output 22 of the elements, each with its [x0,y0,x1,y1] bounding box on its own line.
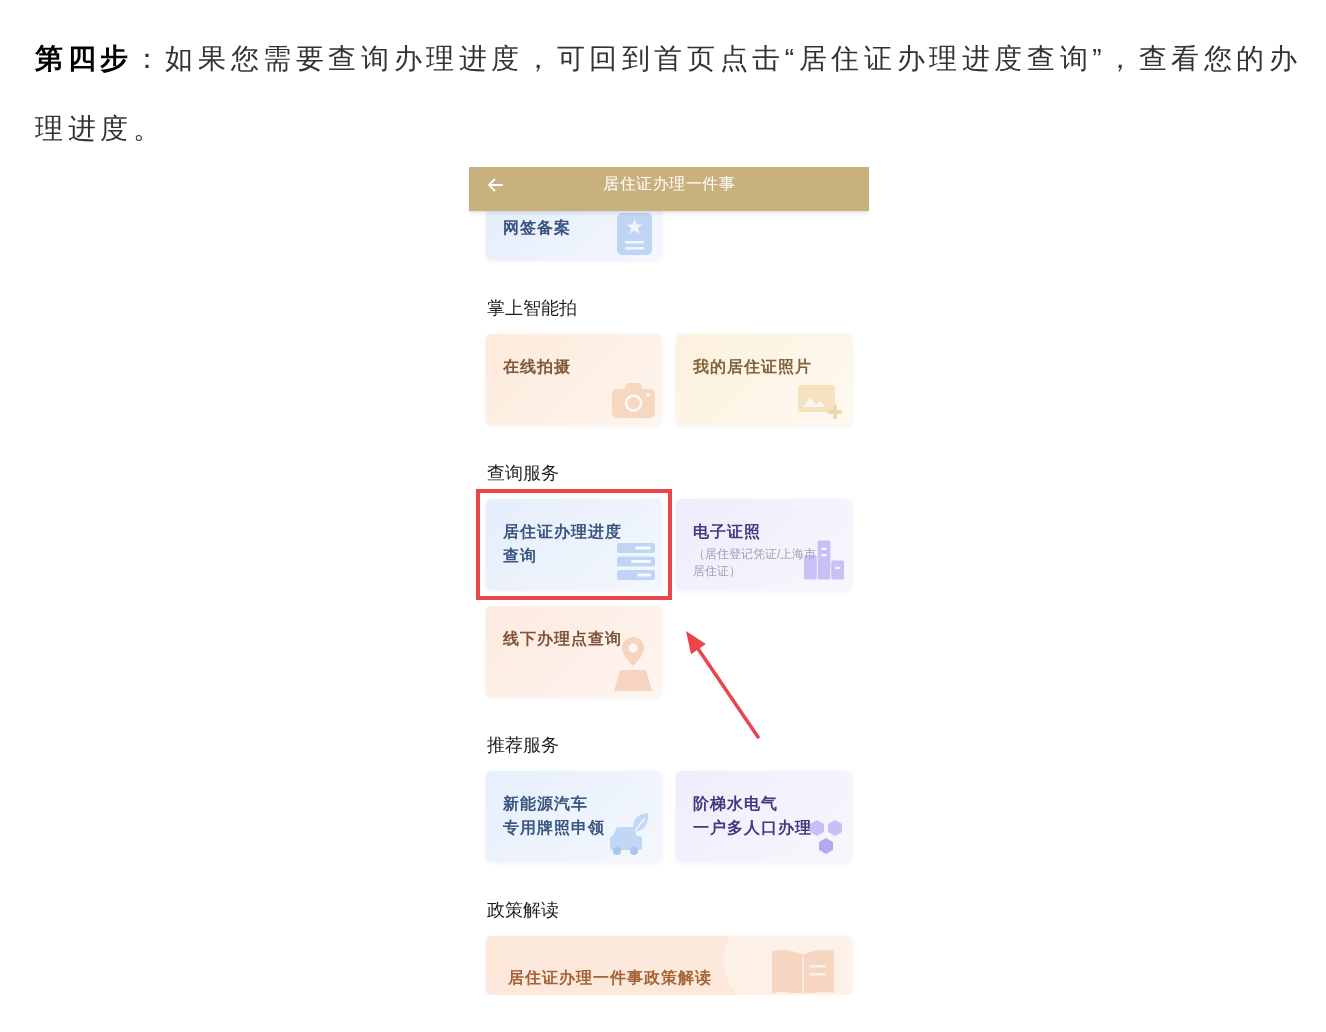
section-heading: 政策解读 [487,899,560,922]
instruction-paragraph: 第四步：如果您需要查询办理进度，可回到首页点击“居住证办理进度查询”，查看您的办理进度。 [35,42,1303,146]
service-tile[interactable]: 居住证办理进度查询 [486,499,662,590]
car-leaf-icon [610,812,650,855]
service-tile[interactable]: 阶梯水电气 一户多人口办理 [676,771,852,862]
service-tile[interactable]: 线下办理点查询 [486,606,662,697]
policy-banner[interactable]: 居住证办理一件事政策解读 [486,936,852,995]
section-heading: 查询服务 [487,462,560,485]
list-icon [617,543,655,580]
arrow-left-icon [487,177,503,192]
service-tile[interactable]: 电子证照 （居住登记凭证/上海市居住证） [676,499,852,590]
section-heading: 掌上智能拍 [487,297,578,320]
service-tile[interactable]: 网签备案 [486,211,662,260]
service-tile[interactable]: 我的居住证照片 [676,334,852,425]
camera-icon [612,382,655,418]
screen-title: 居住证办理一件事 [603,174,735,194]
buildings-icon [804,540,844,580]
service-tile[interactable]: 在线拍摄 [486,334,662,425]
picture-plus-icon [798,385,842,419]
section-heading: 推荐服务 [487,734,560,757]
service-tile[interactable]: 新能源汽车 专用牌照申领 [486,771,662,862]
book-icon [770,949,836,993]
